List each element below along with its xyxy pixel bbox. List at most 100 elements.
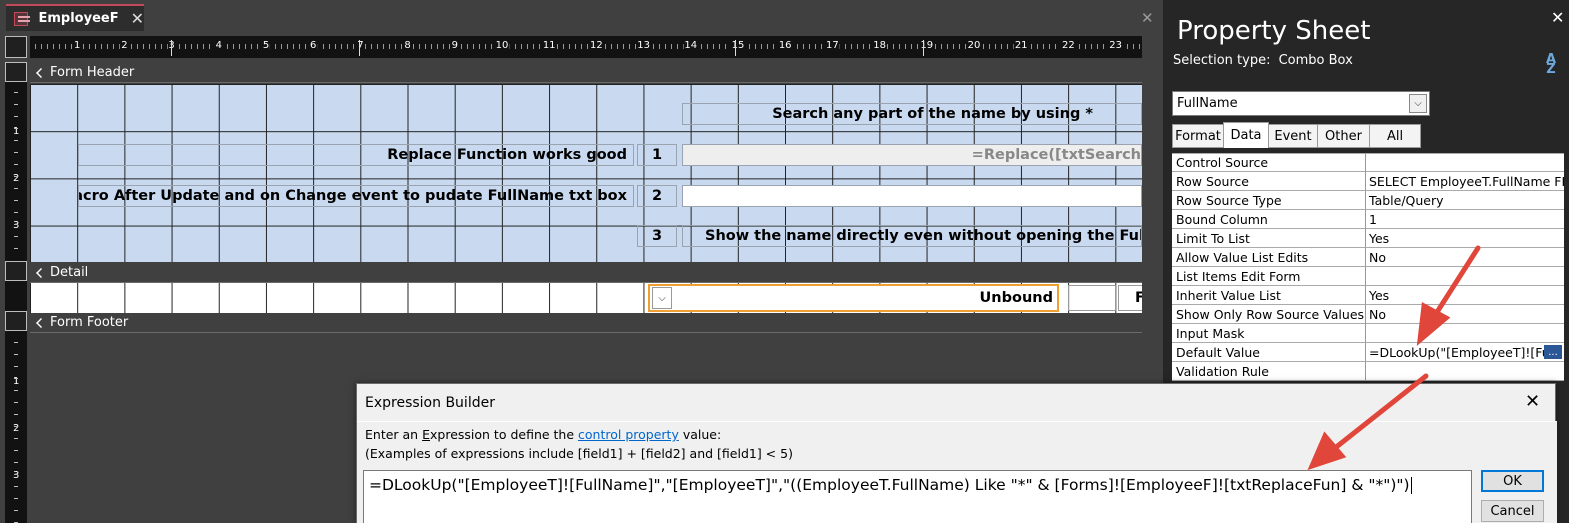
tab-data[interactable]: Data [1223,122,1269,148]
property-value-text: Yes [1369,230,1390,246]
chevron-down-icon[interactable]: ⌵ [1409,94,1427,113]
detail-bar[interactable]: Detail [30,263,1142,283]
dialog-close-icon[interactable]: ✕ [1525,391,1540,412]
tab-all[interactable]: All [1369,124,1421,148]
expression-input[interactable]: =DLookUp("[EmployeeT]![FullName]","[Empl… [363,470,1472,523]
property-value[interactable]: No [1366,305,1564,324]
tab-other[interactable]: Other [1317,124,1370,148]
ruler-number: 1 [73,40,82,51]
sort-az-icon[interactable]: A Z [1539,53,1563,77]
number-label-3[interactable]: 3 [637,225,677,247]
property-value[interactable] [1366,153,1564,172]
property-grid: Control Source Row Source SELECT EmployeeT… [1172,153,1564,381]
ruler-number: 5 [261,40,271,51]
document-tab-label: EmployeeF [38,11,119,26]
ruler-number: 12 [589,40,604,51]
ruler-number: 9 [450,40,459,51]
property-row[interactable]: List Items Edit Form [1172,267,1564,286]
show-name-label[interactable]: Show the name directly even without open… [682,225,1142,247]
property-value[interactable] [1366,267,1564,286]
ruler-tick [14,366,18,367]
property-value[interactable] [1366,324,1564,343]
header-section-selector[interactable] [5,62,27,82]
document-tab[interactable]: EmployeeF ✕ [6,4,144,31]
designer-close-icon[interactable]: ✕ [1141,9,1154,27]
ruler-number: 6 [309,40,318,51]
property-value[interactable]: No [1366,248,1564,267]
text-caret [1410,477,1412,494]
property-name: Allow Value List Edits [1172,248,1366,267]
property-row[interactable]: Show Only Row Source Values No [1172,305,1564,324]
property-row[interactable]: Default Value =DLookUp("[EmployeeT]![Full… [1172,343,1564,362]
property-row[interactable]: Input Mask [1172,324,1564,343]
ruler-tick [14,224,18,225]
form-selector[interactable] [5,36,27,58]
tab-format[interactable]: Format [1172,124,1224,148]
property-tabs: Format Data Event Other All [1172,122,1421,148]
form-header-bar[interactable]: Form Header [30,63,1142,83]
detail-section-selector[interactable] [5,261,27,281]
property-row[interactable]: Control Source [1172,153,1564,172]
property-sheet-close-icon[interactable]: ✕ [1551,8,1564,27]
ruler-number: 23 [1108,40,1123,51]
detail-section[interactable]: ⌵ Unbound F [30,283,1142,313]
tab-close-icon[interactable]: ✕ [131,9,144,28]
property-row[interactable]: Allow Value List Edits No [1172,248,1564,267]
ok-button[interactable]: OK [1481,470,1544,492]
v-ruler-number: 3 [13,470,20,481]
ruler-number: 13 [636,40,651,51]
property-value[interactable]: Yes [1366,286,1564,305]
detail-right-label[interactable]: F [1118,285,1142,311]
ruler-tick [14,474,18,475]
property-name: Show Only Row Source Values [1172,305,1366,324]
detail-control[interactable] [1068,285,1116,311]
property-value[interactable]: Table/Query [1366,191,1564,210]
chevron-down-icon[interactable]: ⌵ [652,287,672,309]
property-value[interactable]: Yes [1366,229,1564,248]
property-value[interactable]: 1 [1366,210,1564,229]
replace-expression-textbox[interactable]: =Replace([txtSearch [682,144,1142,166]
property-value[interactable]: SELECT EmployeeT.FullName FRO [1366,172,1564,191]
property-name: Control Source [1172,153,1366,172]
section-collapse-icon [36,317,46,328]
ruler-tick [14,378,18,379]
expression-builder-dialog: Expression Builder ✕ Enter an Expression… [356,383,1557,523]
form-footer-bar[interactable]: Form Footer [30,313,1142,333]
horizontal-ruler[interactable]: 1234567891011121314151617181920212223 [30,36,1142,58]
selection-type-value: Combo Box [1278,53,1353,68]
ruler-number: 20 [966,40,982,51]
ruler-tick [14,164,18,165]
tab-event[interactable]: Event [1268,124,1318,148]
property-value[interactable] [1366,362,1564,381]
object-selector[interactable]: FullName ⌵ [1172,91,1430,116]
ruler-number: 21 [1013,40,1029,51]
property-row[interactable]: Row Source SELECT EmployeeT.FullName FRO [1172,172,1564,191]
ruler-number: 11 [541,40,557,51]
number-label-1[interactable]: 1 [637,144,677,166]
search-hint-label[interactable]: Search any part of the name by using * [682,103,1142,125]
app-window: EmployeeF ✕ ✕ 12345678910111213141516171… [0,0,1569,523]
property-row[interactable]: Validation Rule [1172,362,1564,381]
macro-label[interactable]: Macro After Update and on Change event t… [78,185,634,207]
selection-type: Selection type: Combo Box [1173,53,1353,68]
property-row[interactable]: Limit To List Yes [1172,229,1564,248]
property-row[interactable]: Row Source Type Table/Query [1172,191,1564,210]
form-header-section[interactable]: Search any part of the name by using * R… [30,84,1142,262]
replace-function-label[interactable]: Replace Function works good [78,144,634,166]
fullname-combo-box[interactable]: ⌵ Unbound [648,284,1059,312]
property-row[interactable]: Inherit Value List Yes [1172,286,1564,305]
number-label-2[interactable]: 2 [637,185,677,207]
cancel-button[interactable]: Cancel [1481,500,1544,522]
ruler-number: 8 [403,40,412,51]
property-value-text: 1 [1369,211,1377,227]
build-ellipsis-button[interactable]: ... [1544,345,1562,359]
property-value[interactable]: =DLookUp("[EmployeeT]![Full... [1366,343,1564,362]
control-property-link[interactable]: control property [578,427,679,442]
vertical-ruler[interactable]: 1 2 3 1 2 3 [5,62,27,523]
footer-section-selector[interactable] [5,311,27,331]
detail-label: Detail [50,265,89,280]
property-value-text: No [1369,249,1386,265]
fullname-textbox[interactable] [682,185,1142,207]
sort-icon-bottom: Z [1546,62,1556,77]
property-row[interactable]: Bound Column 1 [1172,210,1564,229]
